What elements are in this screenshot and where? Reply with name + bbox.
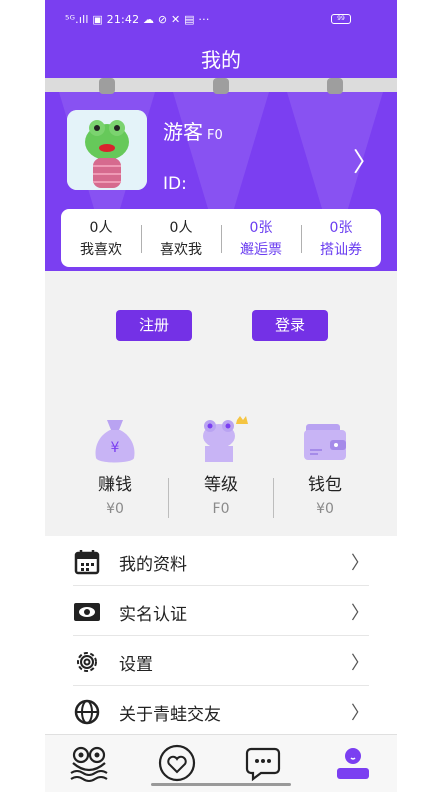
username-text: 游客 [163, 120, 203, 144]
chevron-right-icon: 〉 [351, 703, 369, 724]
feature-label: 钱包 [308, 475, 342, 495]
stat-likes-me[interactable]: 0人 喜欢我 [141, 217, 221, 259]
svg-text:¥: ¥ [111, 440, 120, 456]
frog-home-icon[interactable] [67, 743, 111, 783]
list-item-label: 我的资料 [119, 555, 187, 575]
frog-crown-icon [163, 414, 279, 470]
stat-label: 我喜欢 [80, 242, 122, 258]
stat-label: 喜欢我 [160, 242, 202, 258]
money-bag-icon: ¥ [57, 414, 173, 470]
feature-label: 等级 [204, 475, 238, 495]
feature-value: ¥0 [316, 501, 334, 517]
user-id: ID: [163, 174, 187, 194]
list-item-about[interactable]: 关于青蛙交友 〉 [73, 686, 369, 735]
heart-icon[interactable] [155, 743, 199, 783]
list-item-verification[interactable]: 实名认证 〉 [73, 586, 369, 636]
stat-label: 邂逅票 [240, 242, 282, 258]
chevron-right-icon: 〉 [351, 653, 369, 674]
chevron-right-icon: 〉 [351, 603, 369, 624]
id-card-icon [74, 603, 100, 621]
list-item-label: 关于青蛙交友 [119, 705, 221, 725]
list-item-profile[interactable]: 我的资料 〉 [73, 536, 369, 586]
feature-value: F0 [212, 501, 230, 517]
login-button[interactable]: 登录 [252, 310, 328, 341]
stat-value: 0人 [89, 220, 113, 236]
status-bar: ⁵ᴳ.ıll ▣ 21:42 ☁ ⊘ ✕ ▤ ··· [65, 13, 210, 26]
feature-earn[interactable]: ¥ 赚钱 ¥0 [57, 414, 173, 517]
home-indicator [151, 783, 291, 786]
gear-icon [77, 652, 97, 672]
stat-value: 0人 [169, 220, 193, 236]
list-item-settings[interactable]: 设置 〉 [73, 636, 369, 686]
phone-screen: ⁵ᴳ.ıll ▣ 21:42 ☁ ⊘ ✕ ▤ ··· 99 我的 游客 F0 ID [45, 0, 397, 792]
stat-label: 搭讪券 [320, 242, 362, 258]
frog-avatar-icon [67, 110, 147, 190]
feature-row: ¥ 赚钱 ¥0 等级 F0 钱包 ¥0 [45, 414, 397, 524]
profile-icon[interactable] [331, 743, 375, 783]
feature-wallet[interactable]: 钱包 ¥0 [267, 414, 383, 517]
username: 游客 F0 [163, 116, 223, 145]
lamp-icon [213, 78, 229, 94]
profile-header: 游客 F0 ID: 〉 0人 我喜欢 0人 喜欢我 0张 邂逅票 0张 搭讪券 [45, 92, 397, 271]
settings-list: 我的资料 〉 实名认证 〉 设置 〉 关于青蛙交友 〉 [45, 536, 397, 734]
battery-icon: 99 [331, 14, 351, 24]
top-bar: ⁵ᴳ.ıll ▣ 21:42 ☁ ⊘ ✕ ▤ ··· 99 我的 [45, 0, 397, 78]
feature-level[interactable]: 等级 F0 [163, 414, 279, 517]
calendar-icon [74, 550, 100, 575]
user-level: F0 [207, 128, 223, 143]
stat-encounter-tickets[interactable]: 0张 邂逅票 [221, 217, 301, 259]
list-item-label: 设置 [119, 655, 153, 675]
stat-value: 0张 [329, 220, 353, 236]
avatar[interactable] [67, 110, 147, 190]
feature-value: ¥0 [106, 501, 124, 517]
profile-arrow-icon[interactable]: 〉 [353, 142, 379, 179]
register-button[interactable]: 注册 [116, 310, 192, 341]
chevron-right-icon: 〉 [351, 553, 369, 574]
stat-value: 0张 [249, 220, 273, 236]
list-item-label: 实名认证 [119, 605, 187, 625]
feature-label: 赚钱 [98, 475, 132, 495]
lamp-icon [327, 78, 343, 94]
stats-card: 0人 我喜欢 0人 喜欢我 0张 邂逅票 0张 搭讪券 [61, 209, 381, 267]
stat-chat-coupons[interactable]: 0张 搭讪券 [301, 217, 381, 259]
stat-i-like[interactable]: 0人 我喜欢 [61, 217, 141, 259]
globe-icon [74, 699, 100, 725]
chat-icon[interactable] [243, 743, 287, 783]
lamp-icon [99, 78, 115, 94]
wallet-icon [267, 414, 383, 470]
page-title: 我的 [201, 48, 241, 72]
